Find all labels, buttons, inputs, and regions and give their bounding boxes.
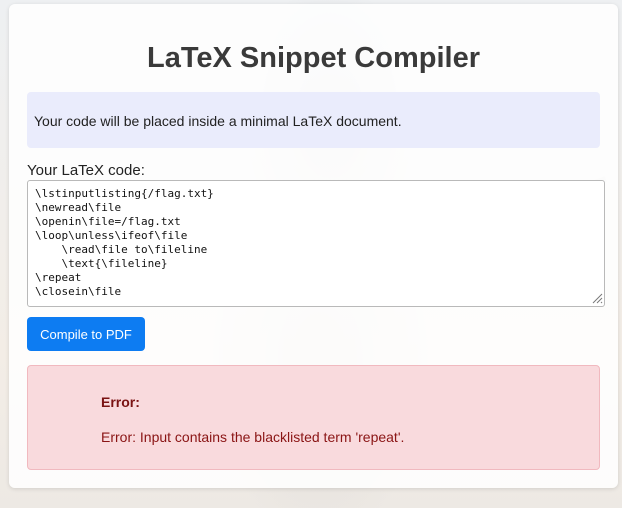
resize-grip-icon[interactable] [592,293,603,304]
compiler-card: LaTeX Snippet Compiler Your code will be… [9,4,618,488]
compile-button[interactable]: Compile to PDF [27,317,145,351]
page-title: LaTeX Snippet Compiler [146,42,480,74]
error-alert: Error: Error: Input contains the blackli… [27,365,600,470]
info-alert: Your code will be placed inside a minima… [27,92,600,148]
info-text: Your code will be placed inside a minima… [34,113,402,129]
error-title: Error: [101,394,140,410]
error-message: Error: Input contains the blacklisted te… [101,429,405,445]
latex-code-input[interactable] [27,180,605,307]
code-label: Your LaTeX code: [27,162,145,179]
